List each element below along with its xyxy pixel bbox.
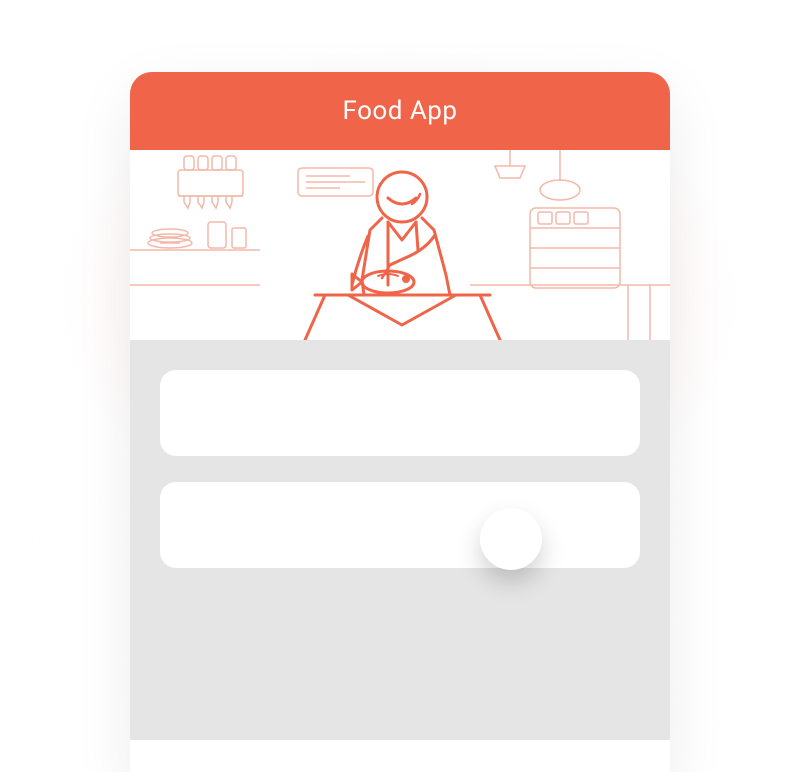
content-list bbox=[130, 340, 670, 740]
app-header: Food App bbox=[130, 72, 670, 150]
device-frame: Food App bbox=[130, 72, 670, 772]
list-item[interactable] bbox=[160, 482, 640, 568]
list-item[interactable] bbox=[160, 370, 640, 456]
chef-kitchen-illustration bbox=[130, 150, 670, 340]
app-title: Food App bbox=[342, 96, 457, 126]
floating-action-button[interactable] bbox=[480, 508, 542, 570]
